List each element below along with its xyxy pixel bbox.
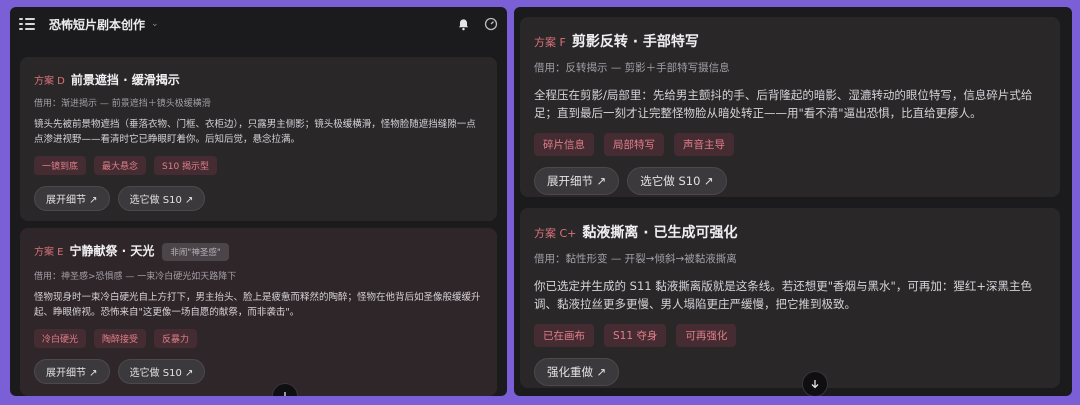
plan-name: 剪影反转 · 手部特写 <box>571 34 699 50</box>
app-title[interactable]: 恐怖短片剧本创作 <box>49 16 145 33</box>
chip-row: 碎片信息 局部特写 声音主导 <box>534 132 1046 156</box>
chip: 可再强化 <box>676 323 737 347</box>
plan-tag: 方案 D <box>34 76 65 87</box>
category-badge: 非闹"神圣感" <box>162 243 229 261</box>
bell-icon[interactable] <box>457 18 470 31</box>
chip: 陶醉接受 <box>94 329 147 349</box>
expand-details-button[interactable]: 展开细节 ↗ <box>34 359 110 385</box>
card-body: 怪物现身时一束冷白硬光自上方打下，男主抬头、脸上是疲惫而释然的陶醉；怪物在他背后… <box>34 292 481 319</box>
chip: 反暴力 <box>154 329 198 349</box>
menu-icon[interactable] <box>19 17 35 31</box>
plan-tag: 方案 F <box>534 36 566 49</box>
arrow-down-icon <box>284 392 286 396</box>
card-body: 全程压在剪影/局部里：先给男主颤抖的手、后背隆起的暗影、湿漉转动的眼位特写，信息… <box>534 88 1033 121</box>
card-title: 方案 E 宁静献祭 · 天光 非闹"神圣感" <box>34 242 483 261</box>
card-subtitle: 借用：神圣感>恐惧感 — 一束冷白硬光如天路降下 <box>34 272 237 282</box>
gauge-icon[interactable] <box>484 17 498 31</box>
chip: S11 夺身 <box>604 323 667 347</box>
plan-name: 黏液撕离 · 已生成可强化 <box>582 225 738 241</box>
plan-card-e: 方案 E 宁静献祭 · 天光 非闹"神圣感" 借用：神圣感>恐惧感 — 一束冷白… <box>20 228 497 396</box>
choose-s10-button[interactable]: 选它做 S10 ↗ <box>117 359 206 385</box>
expand-details-button[interactable]: 展开细节 ↗ <box>534 166 620 195</box>
card-body: 你已选定并生成的 S11 黏液撕离版就是这条线。若还想更"香烟与黑水"，可再加：… <box>534 279 1032 312</box>
card-title: 方案 C+ 黏液撕离 · 已生成可强化 <box>534 222 1046 242</box>
expand-details-button[interactable]: 展开细节 ↗ <box>34 186 110 212</box>
arrow-down-icon <box>811 380 819 389</box>
chip: 局部特写 <box>604 132 664 156</box>
button-row: 展开细节 ↗ 选它做 S10 ↗ <box>34 186 483 212</box>
chip-row: 冷白硬光 陶醉接受 反暴力 <box>34 329 483 349</box>
app-header: 恐怖短片剧本创作 ⌄ <box>10 7 507 41</box>
choose-s10-button[interactable]: 选它做 S10 ↗ <box>627 166 727 195</box>
choose-s10-button[interactable]: 选它做 S10 ↗ <box>117 186 206 212</box>
card-title: 方案 D 前景遮挡 · 缓滑揭示 <box>34 71 483 88</box>
card-body: 镜头先被前景物遮挡（垂落衣物、门框、衣柜边），只露男主侧影；镜头极缓横滑，怪物脸… <box>34 119 476 146</box>
right-panel: 方案 F 剪影反转 · 手部特写 借用：反转揭示 — 剪影＋手部特写摄信息 全程… <box>514 7 1072 396</box>
plan-card-f: 方案 F 剪影反转 · 手部特写 借用：反转揭示 — 剪影＋手部特写摄信息 全程… <box>520 17 1060 197</box>
scroll-down-button[interactable] <box>802 371 828 396</box>
chip-row: 已在画布 S11 夺身 可再强化 <box>534 323 1046 347</box>
chip: S10 揭示型 <box>154 156 218 176</box>
left-panel: 恐怖短片剧本创作 ⌄ 方案 D 前景遮挡 · 缓滑揭示 借用：渐进揭示 — 前景… <box>10 7 507 396</box>
plan-name: 宁静献祭 · 天光 <box>69 244 155 258</box>
plan-card-c-plus: 方案 C+ 黏液撕离 · 已生成可强化 借用：黏性形变 — 开裂→倾斜→被黏液撕… <box>520 208 1060 388</box>
chip: 声音主导 <box>674 132 734 156</box>
chip: 已在画布 <box>534 323 594 347</box>
plan-card-d: 方案 D 前景遮挡 · 缓滑揭示 借用：渐进揭示 — 前景遮挡＋镜头极缓横滑 镜… <box>20 57 497 221</box>
chip: 碎片信息 <box>534 132 594 156</box>
chip: 最大悬念 <box>94 156 147 176</box>
button-row: 展开细节 ↗ 选它做 S10 ↗ <box>34 359 483 385</box>
button-row: 强化重做 ↗ <box>534 357 1046 386</box>
chip: 冷白硬光 <box>34 329 87 349</box>
card-title: 方案 F 剪影反转 · 手部特写 <box>534 31 1046 51</box>
plan-name: 前景遮挡 · 缓滑揭示 <box>70 73 180 87</box>
plan-tag: 方案 C+ <box>534 227 577 240</box>
chevron-down-icon[interactable]: ⌄ <box>151 19 159 29</box>
card-subtitle: 借用：渐进揭示 — 前景遮挡＋镜头极缓横滑 <box>34 99 211 109</box>
button-row: 展开细节 ↗ 选它做 S10 ↗ <box>534 166 1046 195</box>
card-subtitle: 借用：反转揭示 — 剪影＋手部特写摄信息 <box>534 62 730 74</box>
enhance-redo-button[interactable]: 强化重做 ↗ <box>534 357 620 386</box>
plan-tag: 方案 E <box>34 247 64 258</box>
card-subtitle: 借用：黏性形变 — 开裂→倾斜→被黏液撕离 <box>534 253 737 265</box>
chip: 一镜到底 <box>34 156 87 176</box>
chip-row: 一镜到底 最大悬念 S10 揭示型 <box>34 156 483 176</box>
